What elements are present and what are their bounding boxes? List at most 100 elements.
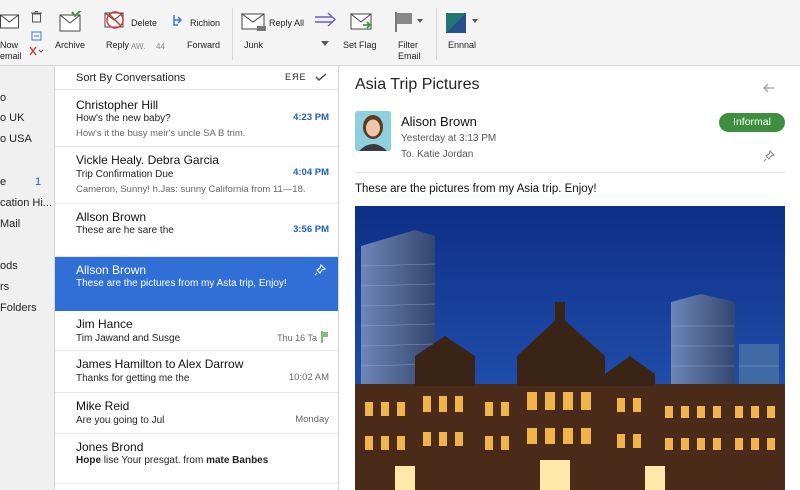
chevron-down-icon[interactable] <box>320 40 330 48</box>
message-row[interactable]: Mike Reid Are you going to Jul Monday <box>55 393 338 434</box>
ennnal-button[interactable]: Ennnal <box>442 0 482 64</box>
delete-label: Delete <box>131 18 158 28</box>
set-flag-button[interactable]: Set Flag <box>340 0 382 64</box>
rules-icon[interactable] <box>28 45 44 57</box>
message-subject: Thanks for getting me the <box>76 373 190 384</box>
reply-all-button[interactable]: Reply All <box>266 12 312 32</box>
richion-label: Richion <box>190 18 221 28</box>
message-row[interactable]: Jones Brond Hope lise Your presgat. from… <box>55 434 338 484</box>
message-sender: James Hamilton to Alex Darrow <box>76 357 244 371</box>
folder-item-8[interactable]: rs <box>0 281 9 293</box>
folder-item-1[interactable]: o <box>0 92 6 104</box>
message-subject: How's the new baby? <box>76 113 171 124</box>
sort-by-conversations[interactable]: Sort By Conversations <box>76 72 185 84</box>
archive-icon <box>59 11 82 32</box>
new-email-label-2: email <box>0 51 22 61</box>
message-time: Monday <box>295 414 329 425</box>
reply-button[interactable]: Reply <box>104 36 134 52</box>
message-row[interactable]: Allson Brown These are he sare the 3:56 … <box>55 204 338 257</box>
message-subject: Tim Jawand and Susge <box>76 333 181 344</box>
pin-icon[interactable] <box>763 150 775 162</box>
reply-all-label: Reply All <box>269 18 305 28</box>
new-email-button[interactable]: Now email <box>0 0 22 64</box>
ribbon-toolbar: Now email Archive Delete Reply AW. 44 Ri… <box>0 0 800 66</box>
new-email-icon <box>0 14 19 29</box>
ribbon-divider-1 <box>232 8 233 60</box>
filter-label-1: Filter <box>398 40 418 50</box>
folder-item-3[interactable]: o USA <box>0 133 32 145</box>
subject-bold-1: Hope <box>76 455 101 466</box>
folder-item-6[interactable]: Mail <box>0 218 20 230</box>
folder-item-4[interactable]: e <box>0 176 6 188</box>
richion-button[interactable]: Richion <box>170 11 222 31</box>
set-flag-label: Set Flag <box>343 40 377 50</box>
subject-mid: lise Your presgat. from <box>103 455 204 466</box>
message-sender: Mike Reid <box>76 399 130 413</box>
message-time: 4:04 PM <box>293 167 329 178</box>
reading-pane: Asia Trip Pictures Alison Brown Yesterda… <box>339 66 800 490</box>
flag-icon[interactable] <box>321 331 329 343</box>
junk-icon <box>241 13 266 31</box>
filter-email-button[interactable]: Filter Email <box>390 0 430 64</box>
attached-photo[interactable] <box>355 206 785 490</box>
reply-all-icon[interactable] <box>314 12 338 28</box>
message-time: 10:02 AM <box>288 372 329 383</box>
recipient-line: To. Katie Jordan <box>401 149 474 160</box>
message-row[interactable]: Vickle Healy. Debra Garcia Trip Confirma… <box>55 147 338 204</box>
message-sender: Christopher Hill <box>76 98 159 112</box>
city-night-photo <box>355 206 785 490</box>
delete-icon <box>104 11 124 29</box>
reply-count-text: 44 <box>156 42 165 51</box>
folder-item-9[interactable]: Folders <box>0 302 37 314</box>
reply-label: Reply <box>106 40 130 50</box>
message-time: 3:56 PM <box>293 224 329 235</box>
set-flag-icon <box>350 13 372 30</box>
message-sender: Jones Brond <box>76 440 144 454</box>
delete-button[interactable]: Delete <box>102 8 162 34</box>
subject-bold-2: mate Banbes <box>206 455 269 466</box>
check-icon[interactable] <box>315 73 327 82</box>
pin-icon[interactable] <box>314 264 326 276</box>
message-subject: These are the pictures from my Asta trip… <box>76 278 287 289</box>
message-preview: Cameron, Sunny! h.Jas: sunny California … <box>76 184 306 195</box>
message-time: Thu 16 Ta <box>277 333 317 343</box>
message-row-selected[interactable]: Allson Brown These are the pictures from… <box>55 257 338 311</box>
sent-time: Yesterday at 3:13 PM <box>401 133 497 144</box>
message-row[interactable]: Jim Hance Tim Jawand and Susge Thu 16 Ta <box>55 311 338 351</box>
folder-item-2[interactable]: o UK <box>0 112 24 124</box>
message-row[interactable]: Christopher Hill How's the new baby? How… <box>55 91 338 147</box>
category-badge[interactable]: Informal <box>719 113 785 132</box>
folder-item-7[interactable]: ods <box>0 260 18 272</box>
reply-aw-text: AW. <box>131 42 146 51</box>
message-row[interactable]: James Hamilton to Alex Darrow Thanks for… <box>55 351 338 393</box>
forward-button[interactable]: Forward <box>185 36 225 52</box>
junk-label: Junk <box>244 40 264 50</box>
message-sender: Jim Hance <box>76 317 133 331</box>
message-title: Asia Trip Pictures <box>355 76 480 93</box>
message-subject: Are you going to Jul <box>76 415 165 426</box>
junk-button[interactable]: Junk <box>238 0 272 64</box>
new-email-label-1: Now <box>0 40 19 50</box>
filter-icon <box>395 12 423 32</box>
ennnal-icon <box>446 13 478 33</box>
folder-pane: o o UK o USA e 1 cation Hi... Mail ods r… <box>0 66 55 490</box>
message-subject: These are he sare the <box>76 225 174 236</box>
sender-name[interactable]: Alison Brown <box>401 114 477 129</box>
avatar-photo <box>355 111 391 151</box>
back-arrow-icon[interactable] <box>763 83 775 93</box>
sort-options[interactable]: ЕЯЕ <box>285 72 307 82</box>
header-divider <box>355 172 785 173</box>
filter-label-2: Email <box>398 51 421 61</box>
folder-item-5[interactable]: cation Hi... <box>0 197 52 209</box>
message-sender: Allson Brown <box>76 210 147 224</box>
avatar <box>355 111 391 151</box>
richion-icon <box>173 15 183 26</box>
message-subject: Trip Confirmation Due <box>76 169 174 180</box>
trash-icon[interactable] <box>31 11 42 23</box>
list-header: Sort By Conversations ЕЯЕ <box>55 66 338 90</box>
message-body: These are the pictures from my Asia trip… <box>355 183 597 195</box>
message-preview: How's it the busy meir's uncle SA B trim… <box>76 128 246 139</box>
move-icon[interactable] <box>31 30 43 42</box>
message-list: Sort By Conversations ЕЯЕ Christopher Hi… <box>55 66 339 490</box>
archive-button[interactable]: Archive <box>52 0 92 64</box>
